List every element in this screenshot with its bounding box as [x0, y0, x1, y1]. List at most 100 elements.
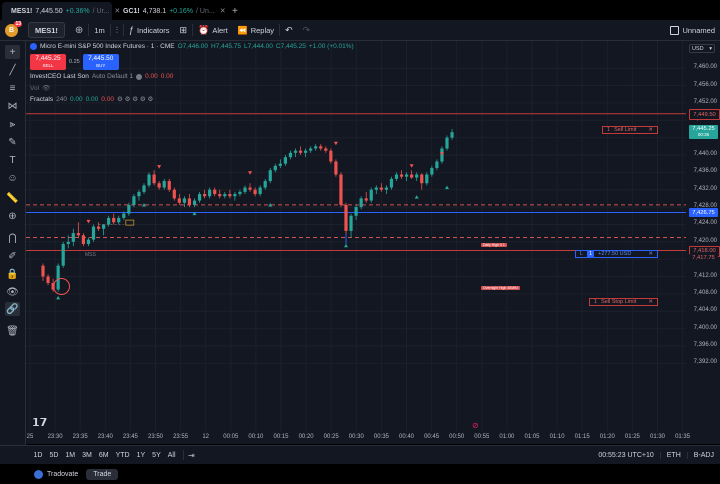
candle-body [96, 226, 101, 229]
candle-body [349, 215, 353, 231]
candle-body [61, 243, 65, 266]
link-icon[interactable]: 🔗 [5, 302, 20, 316]
lock-icon[interactable]: 🔒 [5, 267, 20, 281]
candle-body [399, 174, 404, 177]
candle-body [41, 265, 45, 277]
emoji-icon[interactable]: ☺ [5, 171, 20, 185]
time-tick-label: 00:10 [248, 434, 264, 440]
indicator-legend-2[interactable]: Vol 👁 [30, 84, 50, 93]
time-tick-label: 00:25 [323, 434, 339, 440]
price-tick-label: 7,452.00 [693, 98, 717, 105]
new-tab-button[interactable]: + [226, 2, 242, 20]
broker-tab[interactable]: Tradovate [34, 469, 78, 479]
alert-button[interactable]: ⏰ Alert [193, 21, 233, 39]
sell-button[interactable]: 7,445.25 SELL [30, 54, 66, 70]
close-icon[interactable]: ✕ [220, 7, 226, 15]
layout-menu[interactable]: Unnamed [665, 21, 720, 39]
rewind-icon: ⏪ [237, 25, 248, 35]
candle-body [273, 165, 277, 171]
range-button-5y[interactable]: 5Y [149, 452, 165, 459]
close-icon[interactable]: ✕ [648, 299, 653, 305]
interval-button[interactable]: 1m [89, 21, 109, 39]
magnet-icon[interactable]: ⋂ [5, 231, 20, 245]
settings-dots-icon[interactable]: ⚙ ⚙ ⚙ ⚙ ⚙ [117, 95, 153, 103]
price-tick-label: 7,436.00 [693, 168, 717, 175]
close-icon[interactable]: ✕ [648, 127, 653, 133]
price-tick-label: 7,408.00 [693, 289, 717, 296]
indicator-legend-1[interactable]: InvestCEO Last Son Auto Default 1 0.00 0… [30, 73, 173, 80]
add-symbol-icon[interactable]: ⊕ [70, 21, 88, 39]
trend-line-icon[interactable]: ╱ [5, 63, 20, 77]
indicators-button[interactable]: ƒ Indicators [124, 21, 175, 39]
candles-style-icon[interactable]: ⫶ [111, 21, 123, 39]
buy-button[interactable]: 7,445.50 BUY [82, 54, 119, 70]
close-icon[interactable]: ✕ [648, 251, 653, 257]
eye-icon[interactable]: 👁 [5, 285, 20, 299]
avatar[interactable]: B 13 [5, 20, 22, 37]
candle-body [142, 185, 146, 192]
range-button-3m[interactable]: 3M [79, 452, 96, 459]
draw-mode-icon[interactable]: ✐ [5, 249, 20, 263]
session-button[interactable]: ETH [659, 451, 687, 459]
fib-retracement-icon[interactable]: ≡ [5, 81, 20, 95]
forecast-icon[interactable]: ⫸ [5, 117, 20, 131]
replay-button[interactable]: ⏪ Replay [233, 21, 279, 39]
text-icon[interactable]: T [5, 153, 20, 167]
time-tick-label: 12 [202, 434, 210, 440]
spread-value: 0.25 [69, 59, 80, 65]
candle-body [324, 148, 328, 151]
candle-body [223, 194, 227, 197]
symbol-search-input[interactable]: MES1! [35, 26, 58, 35]
templates-icon[interactable]: ⊞ [175, 21, 193, 39]
price-axis[interactable]: USD▾ 7,460.007,456.007,452.007,448.007,4… [686, 41, 720, 431]
adjustment-button[interactable]: B-ADJ [686, 451, 720, 459]
crosshair-icon[interactable]: + [5, 45, 20, 59]
price-tick-label: 7,420.00 [693, 237, 717, 244]
candle-body [405, 174, 409, 177]
range-button-1y[interactable]: 1Y [133, 452, 149, 459]
trade-tab[interactable]: Trade [86, 468, 119, 480]
range-button-1d[interactable]: 1D [30, 452, 46, 459]
zoom-in-icon[interactable]: ⊕ [5, 209, 20, 223]
candle-body [107, 217, 111, 225]
time-tick-label: 23:45 [122, 434, 138, 440]
date-range-icon[interactable]: ⇥ [188, 451, 195, 460]
candle-body [122, 213, 126, 218]
position-label[interactable]: L 1 +277.50 USD ✕ [575, 250, 658, 258]
clock[interactable]: 00:55:23 UTC+10 [592, 452, 659, 459]
candle-body [374, 187, 378, 190]
undo-icon[interactable]: ↶ [280, 21, 298, 39]
trash-icon[interactable]: 🗑 [5, 324, 20, 338]
tab-price: 7,445.50 [35, 7, 63, 15]
tab-extra: / Ur... [92, 7, 110, 15]
stop-order-label[interactable]: 1 Sell Stop Limit ✕ [589, 298, 658, 306]
price-tick-label: 7,392.00 [693, 359, 717, 366]
symbol-search[interactable]: MES1! [23, 21, 70, 39]
tab-mes[interactable]: MES1! 7,445.50 +0.36% / Ur... ✕ [2, 2, 120, 20]
indicator-color-icon [136, 73, 143, 80]
tab-gc[interactable]: GC1! 4,738.1 +0.16% / Un... ✕ [114, 2, 226, 20]
pattern-icon[interactable]: ⋈ [5, 99, 20, 113]
time-tick-label: 25 [26, 434, 34, 440]
time-tick-label: 00:50 [449, 434, 465, 440]
eye-icon[interactable]: 👁 [42, 84, 50, 92]
candle-body [268, 170, 272, 182]
account-menu[interactable]: B 13 [0, 20, 23, 39]
brush-icon[interactable]: ✎ [5, 135, 20, 149]
range-button-ytd[interactable]: YTD [112, 452, 133, 459]
redo-icon[interactable]: ↷ [298, 21, 316, 39]
range-button-all[interactable]: All [164, 452, 179, 459]
range-button-6m[interactable]: 6M [95, 452, 112, 459]
trading-panel-footer: Tradovate Trade [0, 464, 720, 484]
ruler-icon[interactable]: 📏 [5, 191, 20, 205]
indicator-legend-3[interactable]: Fractals 240 0.00 0.00 0.00 ⚙ ⚙ ⚙ ⚙ ⚙ [30, 95, 153, 104]
highlight-circle [53, 278, 70, 295]
range-button-1m[interactable]: 1M [62, 452, 79, 459]
currency-select[interactable]: USD ▾ [689, 44, 715, 53]
range-button-5d[interactable]: 5D [46, 452, 62, 459]
chevron-down-icon: ▾ [709, 45, 712, 52]
candle-body [354, 207, 358, 216]
sell-limit-order-label[interactable]: 1 Sell Limit ✕ [602, 126, 658, 134]
time-tick-label: 00:35 [373, 434, 389, 440]
tab-symbol: GC1! [123, 7, 140, 15]
